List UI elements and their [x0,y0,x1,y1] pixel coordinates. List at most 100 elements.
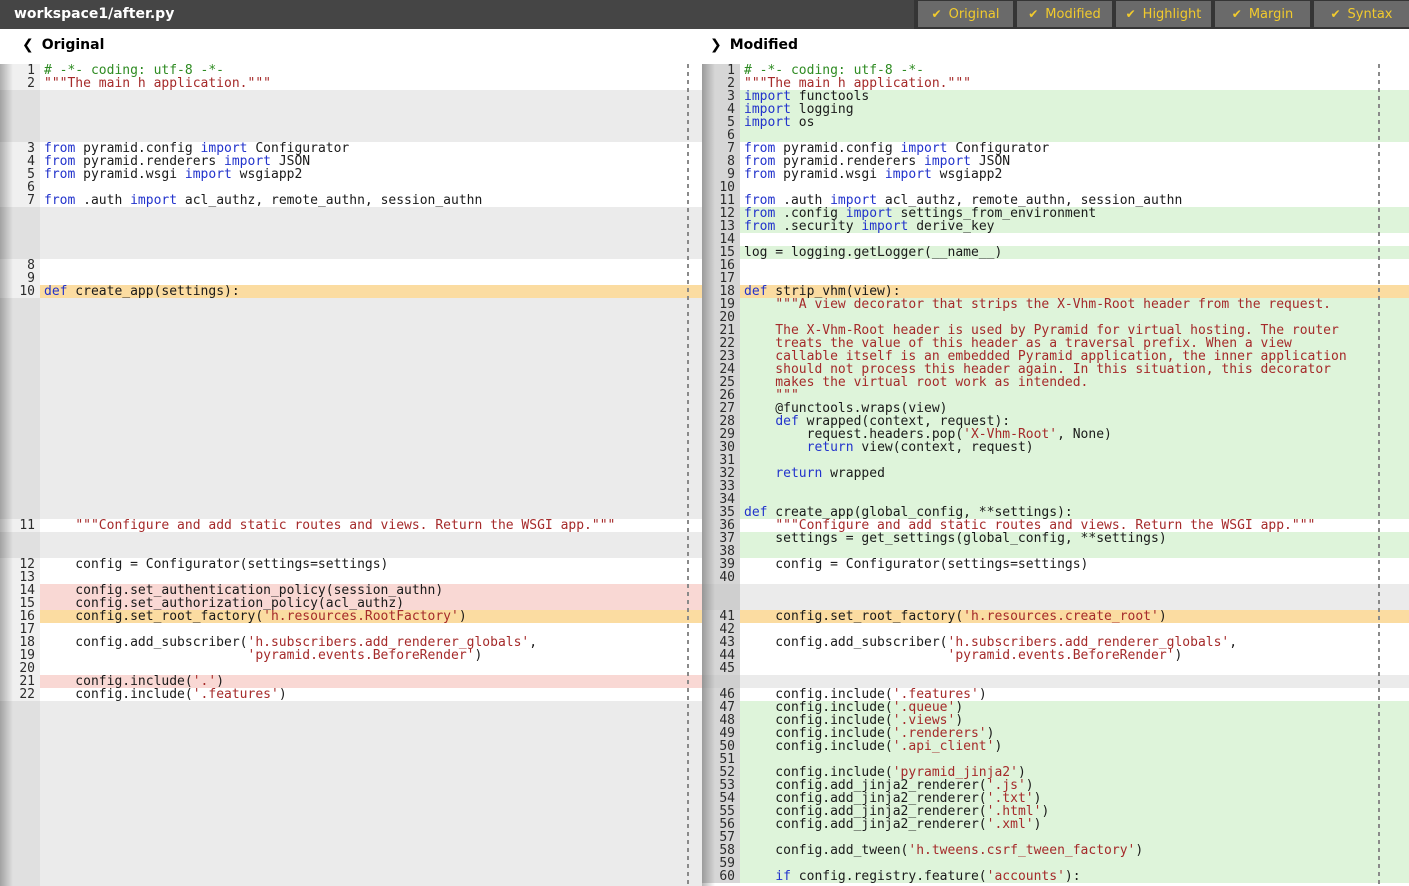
line-number [0,363,40,376]
code-text: settings = get_settings(global_config, *… [740,532,1409,545]
code-line: 25 makes the virtual root work as intend… [702,376,1409,389]
filler-row [0,129,702,142]
original-code-pane[interactable]: 1# -*- coding: utf-8 -*-2"""The main h a… [0,64,702,886]
modified-code-pane[interactable]: 1# -*- coding: utf-8 -*-2"""The main h a… [702,64,1409,886]
code-text [40,259,702,272]
code-text: config.add_jinja2_renderer('.js') [740,779,1409,792]
code-text: # -*- coding: utf-8 -*- [740,64,1409,77]
code-text: config.include('.features') [740,688,1409,701]
code-line: 19 """A view decorator that strips the X… [702,298,1409,311]
code-text: from pyramid.renderers import JSON [740,155,1409,168]
code-text [40,207,702,220]
line-number [0,844,40,857]
code-line: 12from .config import settings_from_envi… [702,207,1409,220]
code-text: from pyramid.renderers import JSON [40,155,702,168]
code-text: import os [740,116,1409,129]
original-pane-title: Original [42,37,105,53]
code-line: 14 [702,233,1409,246]
code-text [40,428,702,441]
code-text [40,623,702,636]
filler-row [0,857,702,870]
code-text: config.add_subscriber('h.subscribers.add… [740,636,1409,649]
line-number [0,441,40,454]
code-text [740,259,1409,272]
code-text: config.include('.') [40,675,702,688]
code-text [740,129,1409,142]
code-text [740,480,1409,493]
code-text: """Configure and add static routes and v… [40,519,702,532]
code-text [40,467,702,480]
filler-row [0,753,702,766]
line-number [0,701,40,714]
code-line: 23 callable itself is an embedded Pyrami… [702,350,1409,363]
code-text: from pyramid.wsgi import wsgiapp2 [40,168,702,181]
code-line: 2"""The main h application.""" [702,77,1409,90]
filler-row [0,363,702,376]
code-text: config.set_root_factory('h.resources.cre… [740,610,1409,623]
code-text: from .config import settings_from_enviro… [740,207,1409,220]
code-line: 54 config.add_jinja2_renderer('.txt') [702,792,1409,805]
line-number: 10 [0,285,40,298]
code-line: 4from pyramid.renderers import JSON [0,155,702,168]
code-line: 57 [702,831,1409,844]
code-text [740,584,1409,597]
code-text [40,363,702,376]
filler-row [0,402,702,415]
code-line: 49 config.include('.renderers') [702,727,1409,740]
code-text [40,740,702,753]
check-icon: ✔ [1330,7,1340,21]
code-text [40,792,702,805]
code-text: import functools [740,90,1409,103]
line-number [0,324,40,337]
code-text: config.include('.views') [740,714,1409,727]
toggle-original-label: Original [949,7,1000,22]
code-line: 41 config.set_root_factory('h.resources.… [702,610,1409,623]
code-line: 22 treats the value of this header as a … [702,337,1409,350]
toggle-original-button[interactable]: ✔ Original [918,1,1013,27]
filler-row [0,831,702,844]
code-line: 20 [0,662,702,675]
code-text [40,350,702,363]
code-line: 16 config.set_root_factory('h.resources.… [0,610,702,623]
code-text: @functools.wraps(view) [740,402,1409,415]
code-text [40,402,702,415]
toggle-syntax-button[interactable]: ✔ Syntax [1314,1,1409,27]
code-text [40,857,702,870]
filler-row [0,246,702,259]
line-number [0,870,40,883]
code-line: 8 [0,259,702,272]
line-number [0,727,40,740]
code-text: callable itself is an embedded Pyramid a… [740,350,1409,363]
toggle-modified-button[interactable]: ✔ Modified [1017,1,1112,27]
code-text [40,727,702,740]
line-number: 7 [0,194,40,207]
filler-row [0,298,702,311]
code-line: 11 """Configure and add static routes an… [0,519,702,532]
line-number: 11 [0,519,40,532]
code-line: 36 """Configure and add static routes an… [702,519,1409,532]
code-text [40,272,702,285]
code-text [40,181,702,194]
code-line: 60 if config.registry.feature('accounts'… [702,870,1409,883]
code-line: 48 config.include('.views') [702,714,1409,727]
code-text: log = logging.getLogger(__name__) [740,246,1409,259]
code-line: 3from pyramid.config import Configurator [0,142,702,155]
toggle-margin-button[interactable]: ✔ Margin [1215,1,1310,27]
code-text: if config.registry.feature('accounts'): [740,870,1409,883]
filler-row [0,454,702,467]
code-text [740,493,1409,506]
code-text [40,415,702,428]
line-number [0,766,40,779]
code-line: 38 [702,545,1409,558]
line-number [0,389,40,402]
filler-row [0,480,702,493]
code-text: The X-Vhm-Root header is used by Pyramid… [740,324,1409,337]
code-text [40,311,702,324]
line-number [0,454,40,467]
filler-row [0,324,702,337]
line-number [0,207,40,220]
code-text: config = Configurator(settings=settings) [40,558,702,571]
toggle-highlight-button[interactable]: ✔ Highlight [1116,1,1211,27]
check-icon: ✔ [1232,7,1242,21]
code-text: from pyramid.config import Configurator [740,142,1409,155]
